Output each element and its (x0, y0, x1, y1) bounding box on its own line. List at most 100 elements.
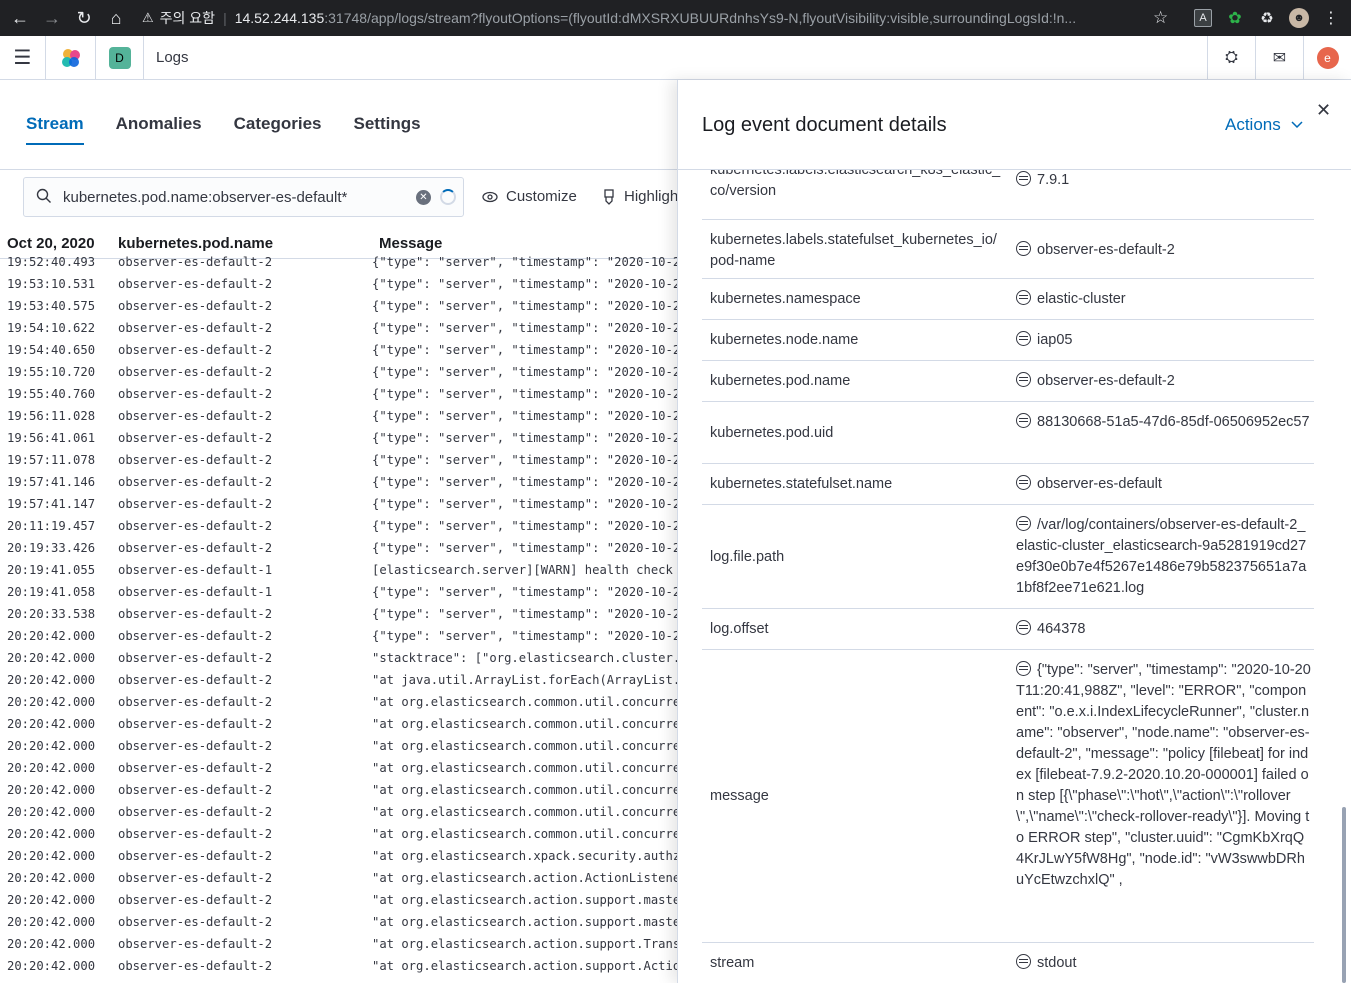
address-separator: | (223, 10, 227, 26)
filter-icon[interactable] (1016, 516, 1031, 531)
profile-avatar-icon[interactable]: ☻ (1289, 8, 1309, 28)
log-timestamp: 20:20:42.000 (7, 849, 96, 863)
log-row[interactable]: 20:19:41.055 observer-es-default-1 [elasti… (0, 559, 678, 581)
filter-icon[interactable] (1016, 290, 1031, 305)
elastic-logo-icon[interactable] (46, 35, 96, 80)
log-pod-name: observer-es-default-2 (118, 739, 273, 753)
log-timestamp: 20:20:42.000 (7, 695, 96, 709)
log-message: "at org.elasticsearch.common.util.concur… (372, 827, 678, 841)
filter-icon[interactable] (1016, 413, 1031, 428)
log-row[interactable]: 20:20:42.000 observer-es-default-2 {"type"… (0, 625, 678, 647)
help-icon[interactable]: ⛭ (1207, 36, 1255, 80)
log-row[interactable]: 20:20:42.000 observer-es-default-2 "at org… (0, 801, 678, 823)
menu-hamburger-icon[interactable]: ☰ (0, 35, 46, 80)
log-table-header: Oct 20, 2020 kubernetes.pod.name Message (0, 229, 680, 259)
log-row[interactable]: 19:57:41.147 observer-es-default-2 {"type"… (0, 493, 678, 515)
customize-button[interactable]: Customize (482, 188, 577, 205)
log-row[interactable]: 19:54:40.650 observer-es-default-2 {"type"… (0, 339, 678, 361)
home-icon[interactable]: ⌂ (100, 0, 132, 36)
filter-icon[interactable] (1016, 954, 1031, 969)
search-bar[interactable]: kubernetes.pod.name:observer-es-default*… (23, 177, 464, 217)
back-arrow-icon[interactable]: ← (4, 0, 36, 36)
highlights-button[interactable]: Highligh (602, 188, 678, 205)
log-row[interactable]: 19:53:10.531 observer-es-default-2 {"type"… (0, 273, 678, 295)
newsfeed-mail-icon[interactable]: ✉ (1255, 36, 1303, 80)
field-value-cell: elastic-cluster (1016, 289, 1312, 310)
filter-icon[interactable] (1016, 331, 1031, 346)
field-row: log.file.path/var/log/containers/observe… (702, 505, 1314, 609)
extension-a-icon[interactable]: A (1194, 9, 1212, 27)
log-row[interactable]: 19:55:10.720 observer-es-default-2 {"type"… (0, 361, 678, 383)
log-row[interactable]: 20:20:42.000 observer-es-default-2 "at org… (0, 823, 678, 845)
filter-icon[interactable] (1016, 241, 1031, 256)
filter-icon[interactable] (1016, 171, 1031, 186)
field-value-cell: observer-es-default-2 (1016, 240, 1312, 261)
log-message: "at org.elasticsearch.common.util.concur… (372, 783, 678, 797)
log-row[interactable]: 19:56:11.028 observer-es-default-2 {"type"… (0, 405, 678, 427)
log-row[interactable]: 20:20:42.000 observer-es-default-2 "at org… (0, 955, 678, 977)
bookmark-star-icon[interactable]: ☆ (1153, 8, 1168, 28)
log-timestamp: 20:19:41.055 (7, 563, 96, 577)
log-row[interactable]: 20:20:42.000 observer-es-default-2 "at org… (0, 845, 678, 867)
evernote-extension-icon[interactable]: ✿ (1226, 9, 1244, 27)
log-row[interactable]: 20:19:33.426 observer-es-default-2 {"type"… (0, 537, 678, 559)
log-row[interactable]: 19:56:41.061 observer-es-default-2 {"type"… (0, 427, 678, 449)
field-row: kubernetes.labels.elasticsearch_k8s_elas… (702, 170, 1314, 220)
log-row[interactable]: 19:54:10.622 observer-es-default-2 {"type"… (0, 317, 678, 339)
log-timestamp: 20:20:42.000 (7, 629, 96, 643)
tab-settings[interactable]: Settings (354, 100, 437, 145)
log-row[interactable]: 20:20:42.000 observer-es-default-2 "at org… (0, 911, 678, 933)
log-row[interactable]: 19:52:40.493 observer-es-default-2 {"type"… (0, 256, 678, 273)
log-row[interactable]: 19:53:40.575 observer-es-default-2 {"type"… (0, 295, 678, 317)
browser-menu-icon[interactable]: ⋮ (1322, 9, 1340, 27)
log-row[interactable]: 20:20:42.000 observer-es-default-2 "at jav… (0, 669, 678, 691)
space-selector[interactable]: D (96, 35, 144, 80)
address-bar[interactable]: ⚠ 주의 요함 | 14.52.244.135 :31748/app/logs/… (142, 4, 1182, 32)
log-row[interactable]: 20:20:42.000 observer-es-default-2 "stackt… (0, 647, 678, 669)
log-row[interactable]: 19:57:11.078 observer-es-default-2 {"type"… (0, 449, 678, 471)
log-row[interactable]: 20:20:42.000 observer-es-default-2 "at org… (0, 735, 678, 757)
log-pod-name: observer-es-default-2 (118, 893, 273, 907)
clear-search-icon[interactable]: ✕ (416, 190, 431, 205)
tab-categories[interactable]: Categories (234, 100, 338, 145)
extensions-puzzle-icon[interactable]: ♻ (1258, 9, 1276, 27)
log-row[interactable]: 20:20:42.000 observer-es-default-2 "at org… (0, 889, 678, 911)
log-row[interactable]: 20:20:42.000 observer-es-default-2 "at org… (0, 779, 678, 801)
log-pod-name: observer-es-default-2 (118, 673, 273, 687)
close-icon[interactable]: ✕ (1316, 100, 1331, 121)
field-value: 88130668-51a5-47d6-85df-06506952ec57 (1037, 414, 1310, 430)
reload-icon[interactable]: ↻ (68, 0, 100, 36)
eye-icon (482, 191, 498, 202)
log-timestamp: 20:20:33.538 (7, 607, 96, 621)
forward-arrow-icon[interactable]: → (36, 0, 68, 36)
log-message: {"type": "server", "timestamp": "2020-10… (372, 343, 678, 357)
log-row[interactable]: 19:57:41.146 observer-es-default-2 {"type"… (0, 471, 678, 493)
pod-column-header: kubernetes.pod.name (118, 235, 274, 252)
search-input[interactable]: kubernetes.pod.name:observer-es-default* (63, 189, 347, 206)
filter-icon[interactable] (1016, 372, 1031, 387)
log-stream[interactable]: 19:52:40.493 observer-es-default-2 {"type"… (0, 256, 678, 983)
log-pod-name: observer-es-default-2 (118, 761, 273, 775)
field-row: log.offset 464378 (702, 609, 1314, 650)
tab-stream[interactable]: Stream (26, 100, 100, 145)
filter-icon[interactable] (1016, 620, 1031, 635)
log-row[interactable]: 20:20:42.000 observer-es-default-2 "at org… (0, 691, 678, 713)
flyout-scrollbar-thumb[interactable] (1342, 807, 1346, 983)
log-row[interactable]: 20:20:33.538 observer-es-default-2 {"type"… (0, 603, 678, 625)
filter-icon[interactable] (1016, 661, 1031, 676)
log-pod-name: observer-es-default-2 (118, 783, 273, 797)
user-menu[interactable]: e (1303, 36, 1351, 80)
actions-button[interactable]: Actions (1225, 115, 1303, 135)
log-row[interactable]: 20:20:42.000 observer-es-default-2 "at org… (0, 933, 678, 955)
filter-icon[interactable] (1016, 475, 1031, 490)
log-row[interactable]: 20:20:42.000 observer-es-default-2 "at org… (0, 757, 678, 779)
log-timestamp: 20:20:42.000 (7, 871, 96, 885)
log-row[interactable]: 20:20:42.000 observer-es-default-2 "at org… (0, 713, 678, 735)
header-actions: ⛭ ✉ e (1207, 36, 1351, 80)
log-row[interactable]: 20:19:41.058 observer-es-default-1 {"type"… (0, 581, 678, 603)
log-row[interactable]: 20:11:19.457 observer-es-default-2 {"type"… (0, 515, 678, 537)
log-row[interactable]: 20:20:42.000 observer-es-default-2 "at org… (0, 867, 678, 889)
breadcrumb[interactable]: Logs (144, 49, 189, 66)
log-row[interactable]: 19:55:40.760 observer-es-default-2 {"type"… (0, 383, 678, 405)
tab-anomalies[interactable]: Anomalies (116, 100, 218, 145)
